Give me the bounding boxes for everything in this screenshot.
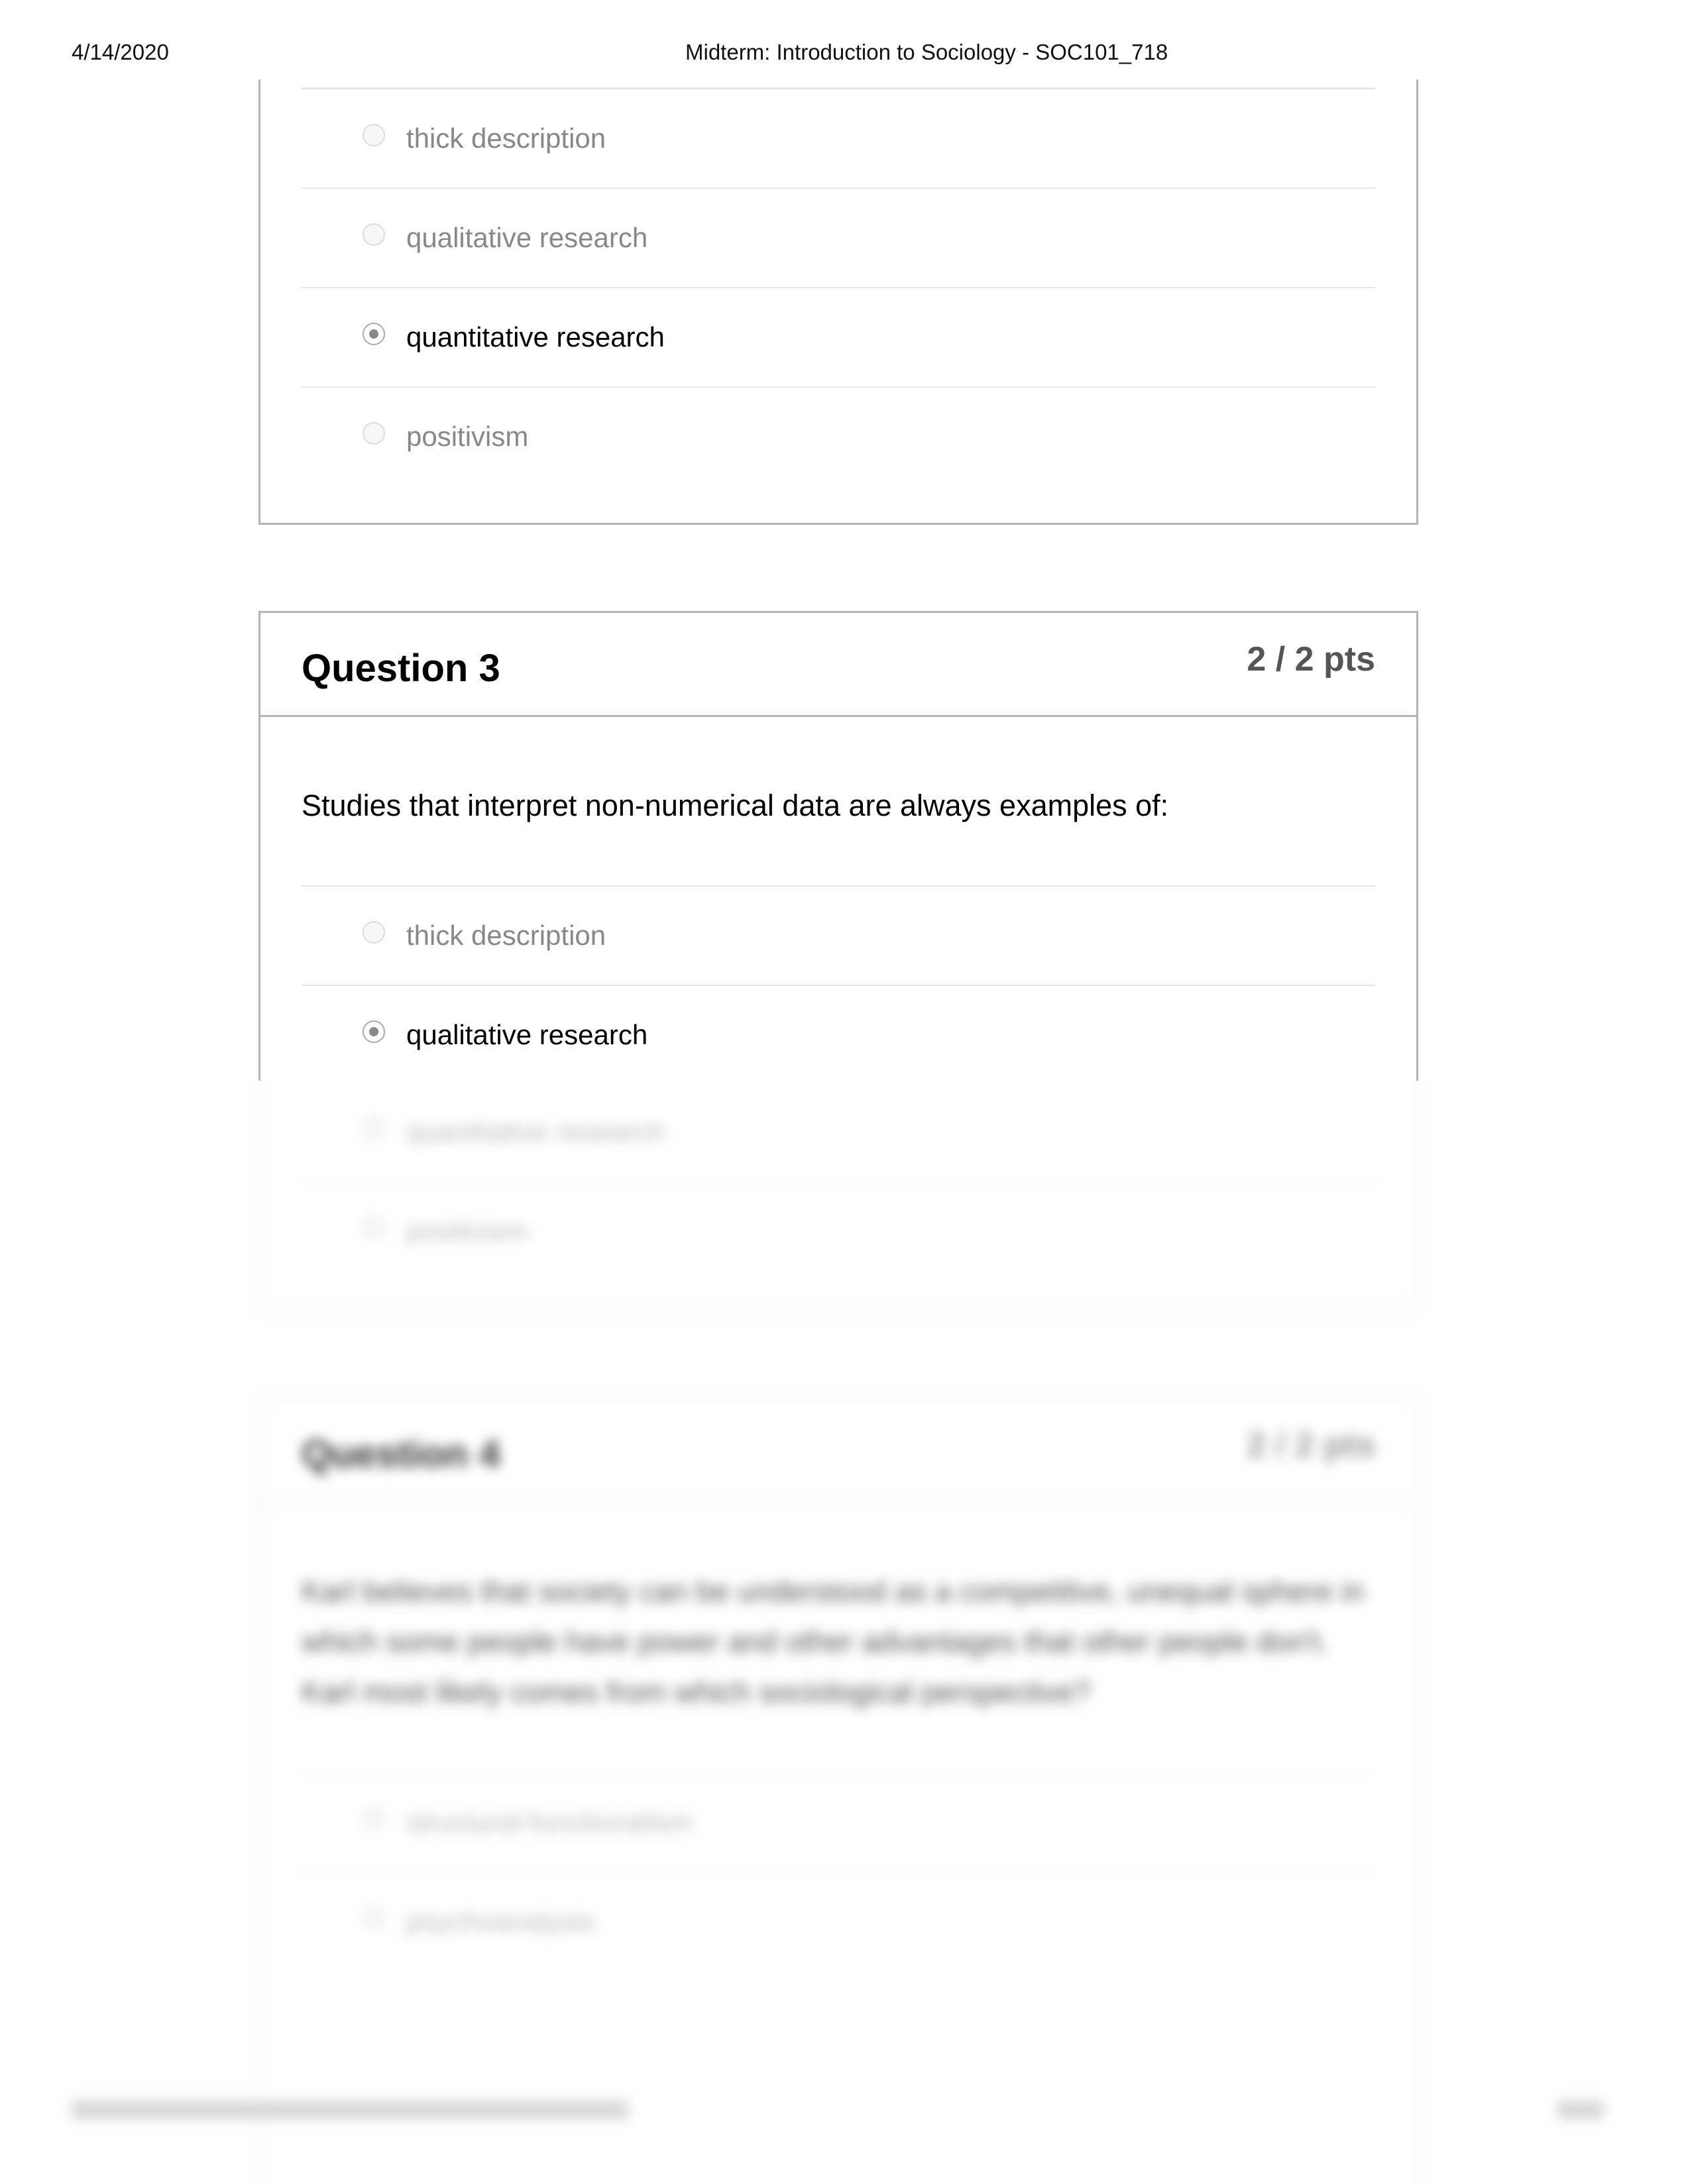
option-label: positivism (406, 1215, 529, 1246)
radio-button (363, 1217, 385, 1239)
radio-button[interactable] (363, 422, 385, 445)
question-3-card-blurred: quantitative research positivism (258, 1081, 1418, 1312)
option-label: qualitative research (406, 1019, 648, 1050)
answer-option: psychoanalysis (302, 1873, 1375, 1971)
answer-option[interactable]: qualitative research (302, 189, 1375, 288)
answer-option: structural-functionalism (302, 1773, 1375, 1873)
option-label: quantitative research (406, 1116, 665, 1147)
question-text: Studies that interpret non-numerical dat… (302, 717, 1375, 887)
option-label: positivism (406, 421, 529, 452)
radio-button (363, 1907, 385, 1930)
radio-button[interactable] (363, 921, 385, 944)
question-title: Question 4 (302, 1433, 500, 1476)
question-title: Question 3 (302, 647, 500, 690)
question-text: Karl believes that society can be unders… (302, 1503, 1375, 1773)
print-date: 4/14/2020 (72, 40, 169, 64)
page-title: Midterm: Introduction to Sociology - SOC… (685, 40, 1168, 64)
radio-button-selected[interactable] (363, 323, 385, 345)
question-header: Question 4 2 / 2 pts (260, 1399, 1416, 1503)
blurred-preview-region: quantitative research positivism Questio… (0, 1081, 1690, 2184)
question-header: Question 3 2 / 2 pts (260, 613, 1416, 717)
answer-option[interactable]: thick description (302, 89, 1375, 189)
answer-option-selected[interactable]: quantitative research (302, 288, 1375, 388)
answer-option-selected[interactable]: qualitative research (302, 986, 1375, 1085)
question-points: 2 / 2 pts (1247, 640, 1375, 679)
radio-button[interactable] (363, 223, 385, 246)
radio-button-selected[interactable] (363, 1020, 385, 1043)
footer-url (72, 2101, 628, 2119)
answer-option[interactable]: thick description (302, 887, 1375, 986)
footer-page-number (1557, 2101, 1604, 2119)
answer-option[interactable]: positivism (302, 388, 1375, 486)
radio-button[interactable] (363, 124, 385, 146)
radio-button (363, 1117, 385, 1140)
option-label: thick description (406, 123, 606, 154)
question-points: 2 / 2 pts (1247, 1426, 1375, 1464)
radio-button (363, 1808, 385, 1830)
question-4-card: Question 4 2 / 2 pts Karl believes that … (258, 1397, 1418, 2184)
answer-option: quantitative research (302, 1083, 1375, 1182)
option-label: quantitative research (406, 321, 665, 353)
option-label: qualitative research (406, 222, 648, 253)
option-label: psychoanalysis (406, 1906, 595, 1937)
answer-option: positivism (302, 1182, 1375, 1280)
option-label: thick description (406, 920, 606, 951)
option-label: structural-functionalism (406, 1806, 693, 1837)
question-2-card: thick description qualitative research q… (258, 80, 1418, 525)
